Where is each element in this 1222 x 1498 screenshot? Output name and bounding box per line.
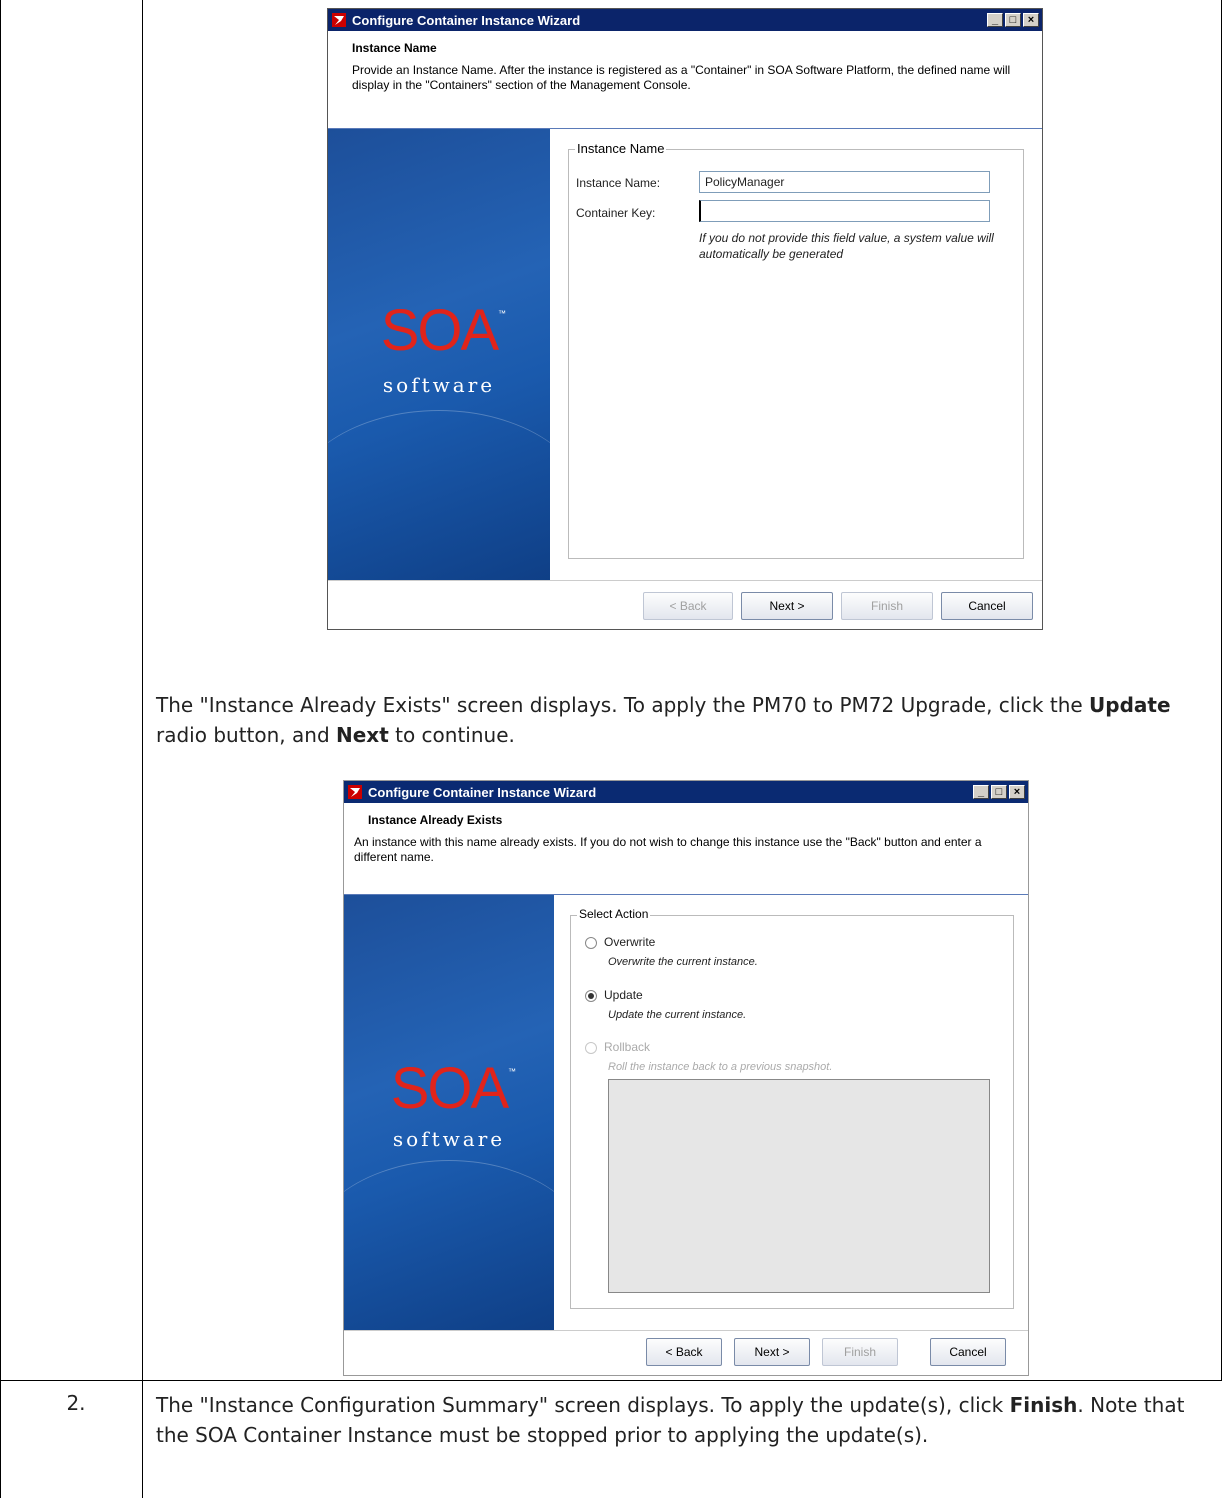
container-key-hint: If you do not provide this field value, … [699, 231, 994, 261]
next-button[interactable]: Next > [741, 592, 833, 620]
wizard-titlebar[interactable]: Configure Container Instance Wizard _ □ … [328, 9, 1042, 31]
wizard-heading: Instance Name [352, 41, 437, 55]
rollback-description: Roll the instance back to a previous sna… [608, 1061, 833, 1073]
container-key-label: Container Key: [576, 206, 656, 220]
back-button[interactable]: < Back [643, 592, 733, 620]
minimize-icon[interactable]: _ [973, 785, 989, 799]
next-bold-text: Next [336, 723, 389, 747]
cancel-button[interactable]: Cancel [941, 592, 1033, 620]
paragraph-text: radio button, and [156, 723, 336, 747]
rollback-label: Rollback [604, 1040, 651, 1054]
wizard-titlebar[interactable]: Configure Container Instance Wizard _ □ … [344, 781, 1028, 803]
finish-bold-text: Finish [1009, 1393, 1078, 1417]
sidebar-branding: SOA ™ software [344, 895, 554, 1331]
overwrite-description: Overwrite the current instance. [608, 956, 758, 968]
wizard-window-instance-name: Configure Container Instance Wizard _ □ … [327, 8, 1043, 630]
wizard-heading: Instance Already Exists [368, 813, 503, 827]
cancel-button[interactable]: Cancel [930, 1338, 1006, 1366]
soa-logo: SOA [380, 298, 500, 363]
overwrite-label: Overwrite [604, 935, 656, 949]
paragraph-text: to continue. [388, 723, 515, 747]
wizard-title: Configure Container Instance Wizard [352, 12, 581, 28]
maximize-icon[interactable]: □ [991, 785, 1007, 799]
wizard-description: Provide an Instance Name. After the inst… [352, 63, 1011, 92]
minimize-icon[interactable]: _ [987, 13, 1003, 27]
wizard-title: Configure Container Instance Wizard [368, 784, 597, 800]
update-label: Update [604, 988, 643, 1002]
update-radio[interactable] [585, 990, 597, 1002]
software-logo: software [382, 373, 496, 397]
close-icon[interactable]: × [1023, 13, 1039, 27]
instance-name-label: Instance Name: [576, 176, 661, 190]
maximize-icon[interactable]: □ [1005, 13, 1021, 27]
instruction-paragraph-1: The "Instance Already Exists" screen dis… [156, 690, 1196, 750]
rollback-radio[interactable] [585, 1042, 597, 1054]
snapshot-list[interactable] [608, 1079, 990, 1293]
wizard-header: Instance Name Provide an Instance Name. … [328, 31, 1042, 129]
next-button[interactable]: Next > [734, 1338, 810, 1366]
paragraph-text: The "Instance Configuration Summary" scr… [156, 1393, 1010, 1417]
finish-button[interactable]: Finish [841, 592, 933, 620]
sidebar-branding: SOA ™ software [328, 129, 550, 581]
paragraph-text: The "Instance Already Exists" screen dis… [156, 693, 1090, 717]
update-bold-text: Update [1089, 693, 1171, 717]
container-key-field[interactable] [699, 200, 990, 222]
group-legend: Select Action [577, 907, 651, 921]
app-icon [332, 13, 346, 27]
wizard-header: Instance Already Exists An instance with… [344, 803, 1028, 895]
table-row-divider [0, 1380, 1222, 1381]
trademark-mark: ™ [508, 1067, 516, 1076]
close-icon[interactable]: × [1009, 785, 1025, 799]
wizard-window-instance-exists: Configure Container Instance Wizard _ □ … [343, 780, 1029, 1376]
instruction-paragraph-2: The "Instance Configuration Summary" scr… [156, 1390, 1196, 1450]
instance-name-field[interactable]: PolicyManager [699, 171, 990, 193]
back-button[interactable]: < Back [646, 1338, 722, 1366]
table-column-divider [142, 0, 143, 1498]
trademark-mark: ™ [498, 309, 506, 318]
soa-logo: SOA [390, 1056, 510, 1121]
software-logo: software [392, 1127, 506, 1151]
group-legend: Instance Name [575, 141, 667, 156]
table-left-border [0, 0, 1, 1498]
finish-button[interactable]: Finish [822, 1338, 898, 1366]
wizard-description: An instance with this name already exist… [354, 835, 982, 864]
overwrite-radio[interactable] [585, 937, 597, 949]
step-number: 2. [66, 1391, 86, 1415]
app-icon [348, 785, 362, 799]
update-description: Update the current instance. [608, 1009, 747, 1021]
